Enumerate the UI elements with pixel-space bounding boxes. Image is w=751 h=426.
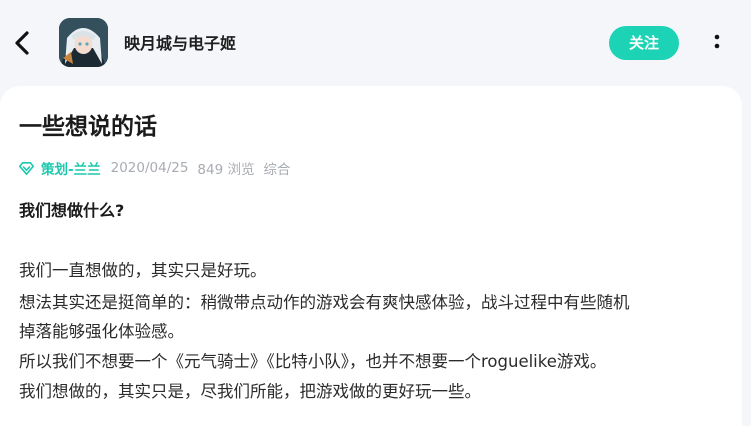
paragraph-line: 掉落能够强化体验感。: [19, 322, 184, 341]
author-name[interactable]: 策划-兰兰: [41, 158, 101, 178]
paragraph-line: 我们一直想做的，其实只是好玩。: [19, 261, 267, 280]
paragraph-line: 我们想做的，其实只是，尽我们所能，把游戏做的更好玩一些。: [19, 382, 481, 401]
follow-button[interactable]: 关注: [609, 26, 679, 60]
paragraph-line: 所以我们不想要一个《元气骑士》《比特小队》，也并不想要一个roguelike游戏…: [19, 352, 607, 371]
more-options-icon[interactable]: [711, 32, 723, 52]
paragraph-line: 想法其实还是挺简单的：稍微带点动作的游戏会有爽快感体验，战斗过程中有些随机: [19, 293, 630, 312]
section-heading: 我们想做什么?: [19, 201, 125, 220]
app-name[interactable]: 映月城与电子姬: [124, 33, 236, 55]
top-bar: 映月城与电子姬 关注: [0, 0, 751, 86]
back-arrow-icon[interactable]: [10, 28, 34, 58]
app-avatar[interactable]: [59, 18, 108, 67]
post-category[interactable]: 综合: [263, 158, 290, 178]
view-count: 849 浏览: [197, 162, 255, 178]
post-meta: 策划-兰兰 2020/04/25 849 浏览 综合: [19, 158, 290, 178]
diamond-icon: [19, 161, 34, 175]
post-title: 一些想说的话: [19, 114, 157, 140]
post-date: 2020/04/25: [110, 160, 189, 176]
